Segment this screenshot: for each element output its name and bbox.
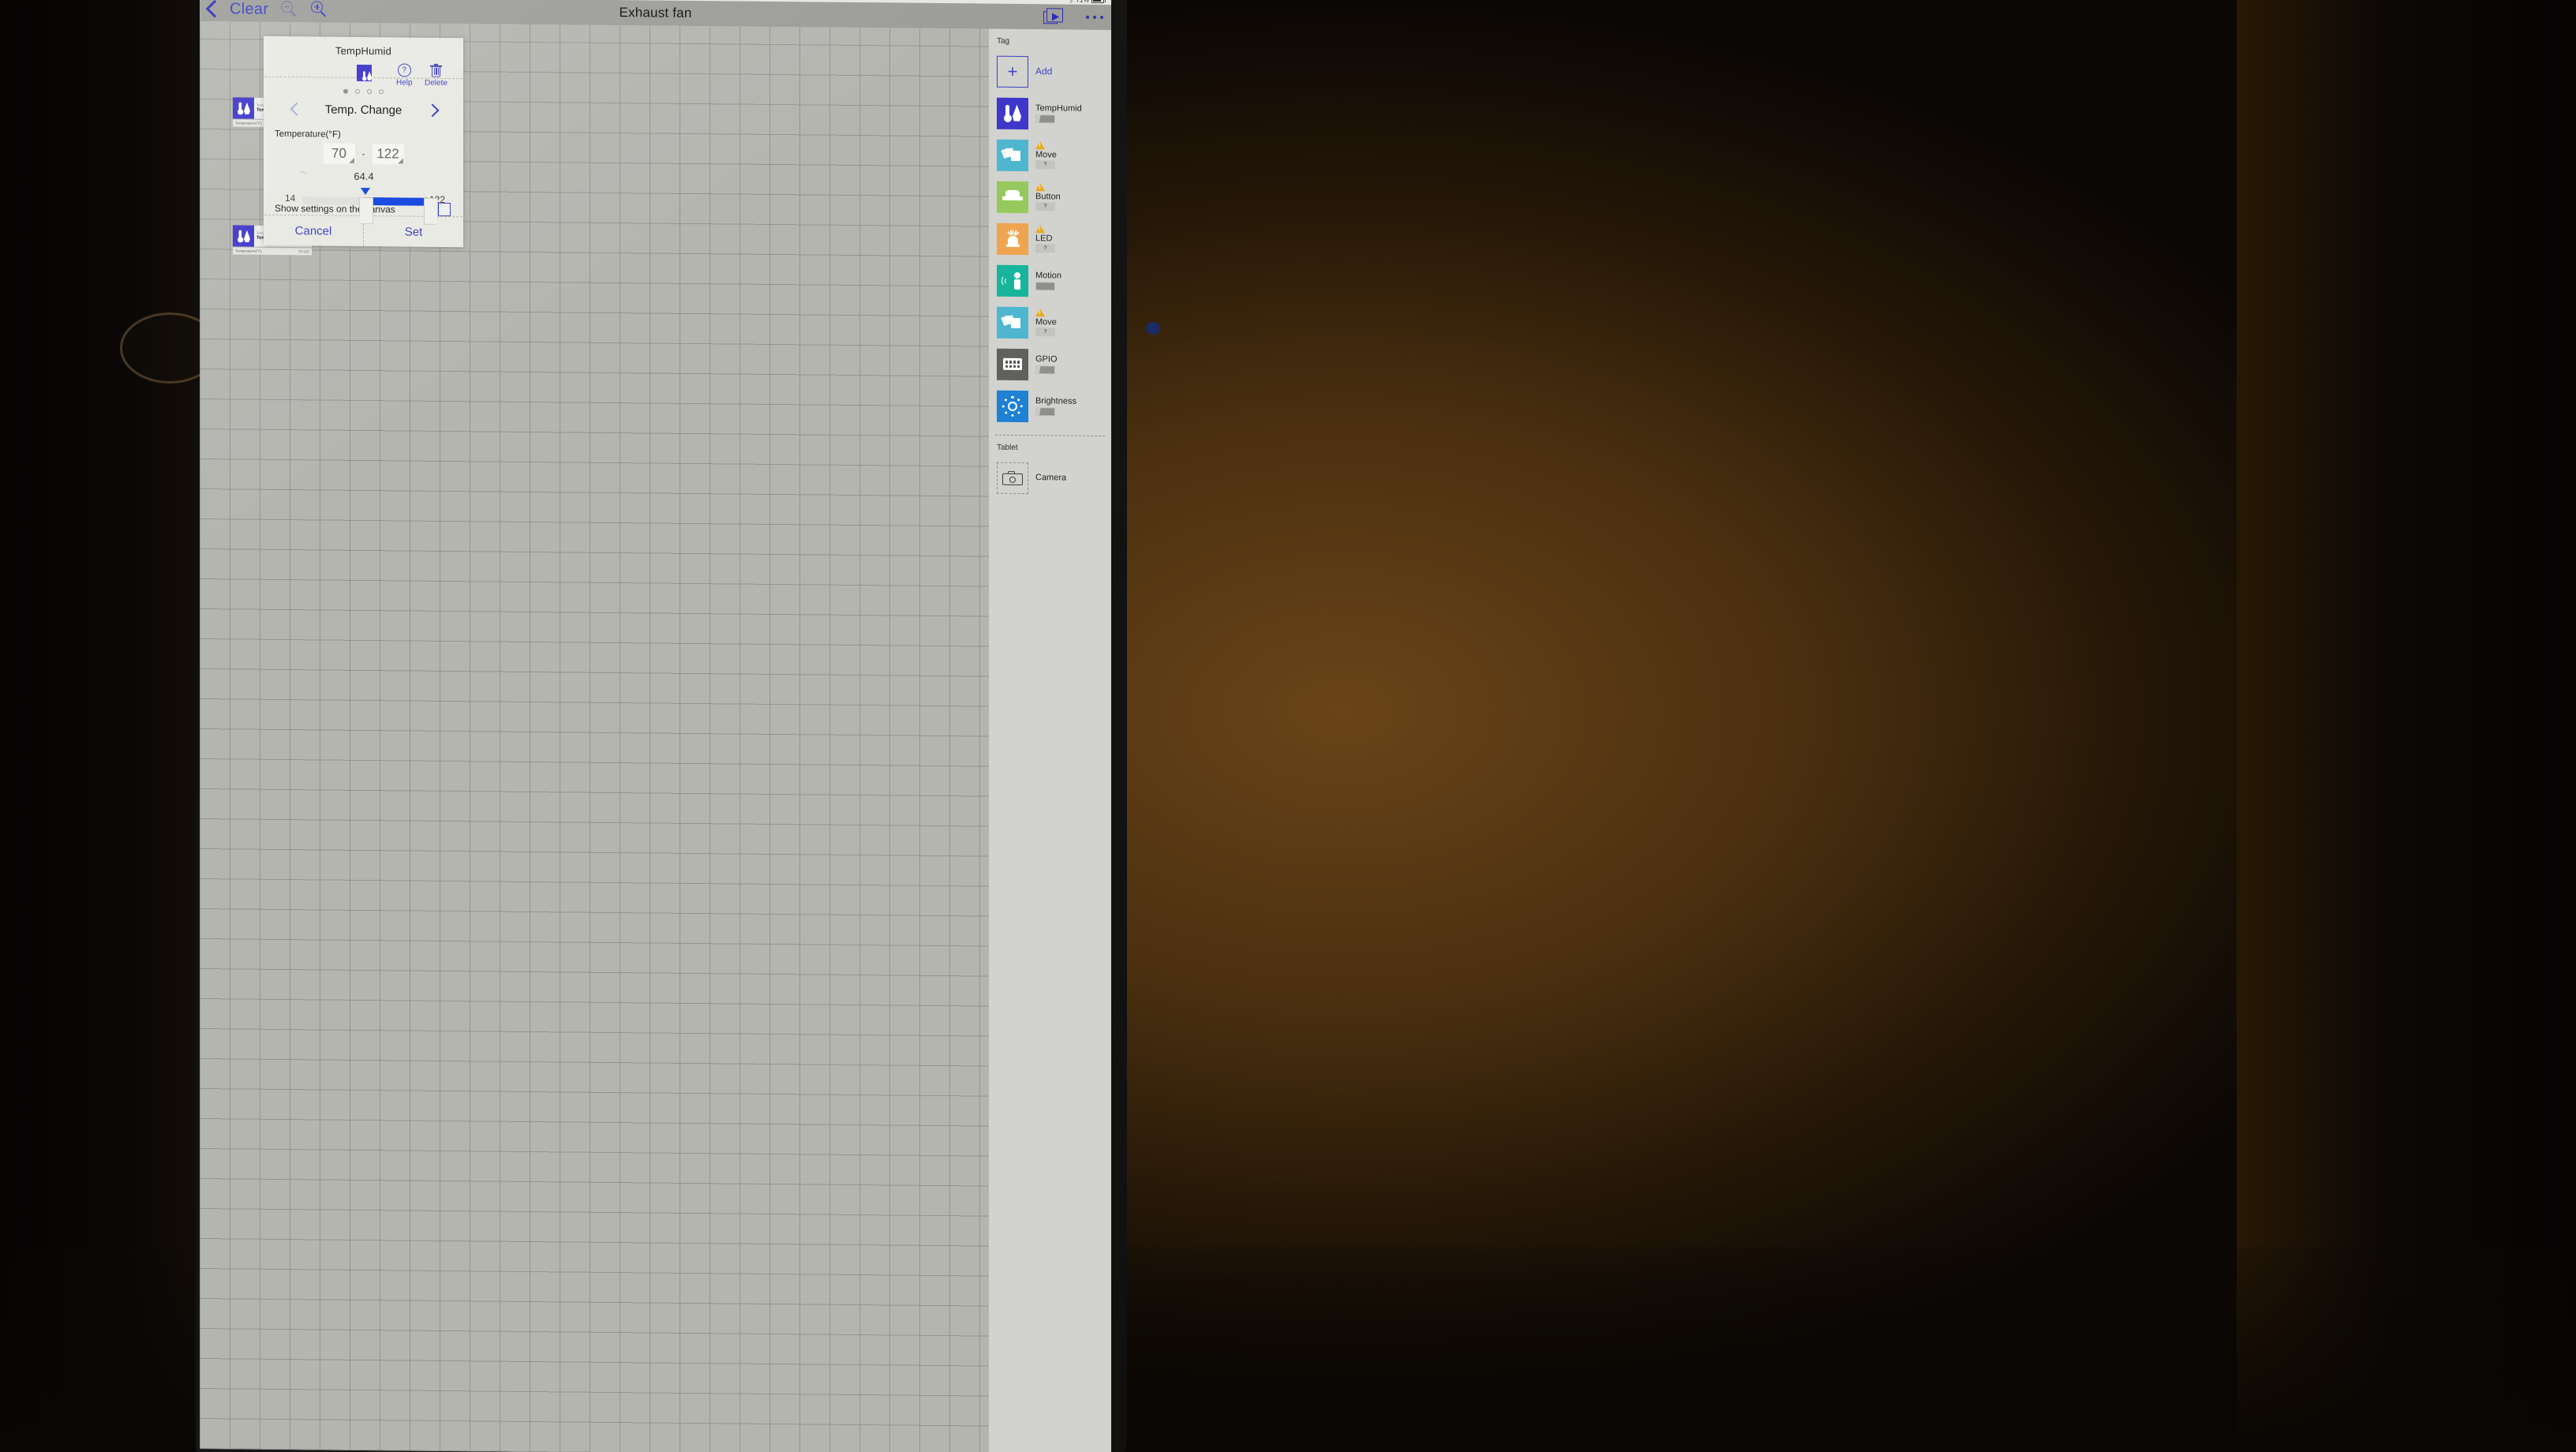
run-play-documents-icon[interactable] xyxy=(1043,8,1064,25)
delete-button[interactable]: Delete xyxy=(425,63,447,88)
carousel-title: Temp. Change xyxy=(324,103,402,118)
dialog-header-actions: ? Help Delete xyxy=(264,56,463,88)
slider-current-value-arrow-icon xyxy=(361,188,370,196)
app-root: iPad ▾ 7:43 AM ᛒ 71% Clear Exhaust fan xyxy=(200,0,1111,1452)
slider-fill xyxy=(364,197,428,206)
desk-shadow-right xyxy=(2237,0,2576,1452)
ipad-side-indicator xyxy=(1146,322,1160,335)
range-separator: - xyxy=(361,148,365,160)
trash-icon xyxy=(429,63,442,77)
set-button[interactable]: Set xyxy=(364,216,463,247)
modal-backdrop[interactable]: TempHumid ? Help Delete Temp. Change Tem… xyxy=(200,21,1111,1452)
bluetooth-icon: ᛒ xyxy=(1069,0,1073,3)
more-options-icon[interactable] xyxy=(1086,15,1103,19)
help-button[interactable]: ? Help xyxy=(396,63,413,88)
delete-label: Delete xyxy=(425,78,447,88)
slider-thumb-max[interactable] xyxy=(424,198,438,225)
temperature-max-input[interactable]: 122 xyxy=(372,144,404,165)
battery-icon xyxy=(1091,0,1104,4)
slider-min-label: 14 xyxy=(285,193,296,204)
battery-percent-label: 71% xyxy=(1076,0,1089,4)
chevron-left-icon[interactable] xyxy=(290,101,300,117)
slider-current-value-label: 64.4 xyxy=(354,170,374,183)
temperature-min-input[interactable]: 70 xyxy=(323,143,355,165)
dialog-title: TempHumid xyxy=(335,44,392,58)
help-label: Help xyxy=(396,78,413,88)
temperature-label: Temperature(°F) xyxy=(275,129,341,140)
ipad-screen: iPad ▾ 7:43 AM ᛒ 71% Clear Exhaust fan xyxy=(200,0,1111,1452)
page-title: Exhaust fan xyxy=(619,5,692,21)
carousel-nav-row: Temp. Change xyxy=(264,93,463,122)
screen-smudge: 〜 xyxy=(299,168,308,178)
question-circle-icon: ? xyxy=(397,63,411,77)
slider-thumb-min[interactable] xyxy=(359,197,373,224)
temperature-range-slider[interactable]: 64.4 14 122 xyxy=(264,170,463,190)
temp-humid-icon[interactable] xyxy=(357,64,372,82)
status-bar-right: ᛒ 71% xyxy=(1069,0,1104,4)
cancel-button[interactable]: Cancel xyxy=(264,215,363,246)
temphumid-settings-dialog: TempHumid ? Help Delete Temp. Change Tem… xyxy=(264,36,463,248)
nav-right-group xyxy=(1043,8,1103,26)
temperature-range-inputs: 70 - 122 xyxy=(264,139,463,165)
chevron-right-icon[interactable] xyxy=(428,103,437,118)
